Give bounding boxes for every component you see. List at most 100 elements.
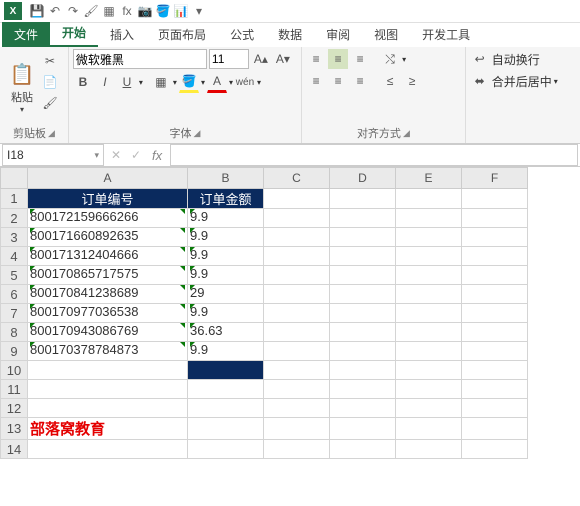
cell-B5[interactable]: 9.9 xyxy=(188,266,264,285)
cell-A10[interactable] xyxy=(28,361,188,380)
tab-formula[interactable]: 公式 xyxy=(218,22,266,47)
cell-D8[interactable] xyxy=(330,323,396,342)
cell-F3[interactable] xyxy=(462,228,528,247)
tab-dev[interactable]: 开发工具 xyxy=(410,22,482,47)
cell-B6[interactable]: 29 xyxy=(188,285,264,304)
cell-F5[interactable] xyxy=(462,266,528,285)
align-center-icon[interactable]: ≡ xyxy=(328,71,348,91)
row-header-7[interactable]: 7 xyxy=(1,304,28,323)
row-header-2[interactable]: 2 xyxy=(1,209,28,228)
chevron-down-icon[interactable]: ▾ xyxy=(173,78,177,87)
cell-F12[interactable] xyxy=(462,399,528,418)
table-icon[interactable]: 📊 xyxy=(172,2,190,20)
decrease-indent-icon[interactable]: ≤ xyxy=(380,71,400,91)
cell-C6[interactable] xyxy=(264,285,330,304)
row-header-13[interactable]: 13 xyxy=(1,418,28,440)
cell-C3[interactable] xyxy=(264,228,330,247)
cell-D2[interactable] xyxy=(330,209,396,228)
cell-A11[interactable] xyxy=(28,380,188,399)
cell-A1[interactable]: 订单编号 xyxy=(28,189,188,209)
cell-B1[interactable]: 订单金额 xyxy=(188,189,264,209)
cell-E4[interactable] xyxy=(396,247,462,266)
cell-E11[interactable] xyxy=(396,380,462,399)
cell-E8[interactable] xyxy=(396,323,462,342)
cell-D10[interactable] xyxy=(330,361,396,380)
row-header-12[interactable]: 12 xyxy=(1,399,28,418)
cell-B2[interactable]: 9.9 xyxy=(188,209,264,228)
cell-C7[interactable] xyxy=(264,304,330,323)
tab-review[interactable]: 审阅 xyxy=(314,22,362,47)
cell-E13[interactable] xyxy=(396,418,462,440)
cell-B11[interactable] xyxy=(188,380,264,399)
cell-C4[interactable] xyxy=(264,247,330,266)
cell-D9[interactable] xyxy=(330,342,396,361)
cell-E14[interactable] xyxy=(396,440,462,459)
cell-A5[interactable]: 800170865717575 xyxy=(28,266,188,285)
font-name-input[interactable] xyxy=(73,49,207,69)
cell-D6[interactable] xyxy=(330,285,396,304)
redo-icon[interactable]: ↷ xyxy=(64,2,82,20)
phonetic-button[interactable]: wén xyxy=(235,72,255,92)
col-header-E[interactable]: E xyxy=(396,168,462,189)
cell-A14[interactable] xyxy=(28,440,188,459)
bold-button[interactable]: B xyxy=(73,72,93,92)
cell-F2[interactable] xyxy=(462,209,528,228)
dialog-launcher-icon[interactable]: ◢ xyxy=(48,128,55,139)
cancel-icon[interactable]: ✕ xyxy=(106,145,126,165)
row-header-11[interactable]: 11 xyxy=(1,380,28,399)
merge-center-button[interactable]: ⬌ 合并后居中 ▾ xyxy=(470,71,576,91)
cell-B13[interactable] xyxy=(188,418,264,440)
tab-data[interactable]: 数据 xyxy=(266,22,314,47)
cell-C2[interactable] xyxy=(264,209,330,228)
cell-D14[interactable] xyxy=(330,440,396,459)
fill-color-button[interactable]: 🪣 xyxy=(179,71,199,93)
font-color-button[interactable]: A xyxy=(207,71,227,93)
worksheet[interactable]: ABCDEF1订单编号订单金额28001721596662669.9380017… xyxy=(0,167,580,459)
tab-file[interactable]: 文件 xyxy=(2,22,50,47)
cell-F4[interactable] xyxy=(462,247,528,266)
cell-F14[interactable] xyxy=(462,440,528,459)
cell-A4[interactable]: 800171312404666 xyxy=(28,247,188,266)
fx-icon[interactable]: fx xyxy=(118,2,136,20)
select-all[interactable] xyxy=(1,168,28,189)
cell-C8[interactable] xyxy=(264,323,330,342)
cell-A9[interactable]: 800170378784873 xyxy=(28,342,188,361)
cell-B14[interactable] xyxy=(188,440,264,459)
cell-F8[interactable] xyxy=(462,323,528,342)
dialog-launcher-icon[interactable]: ◢ xyxy=(403,128,410,139)
cell-C10[interactable] xyxy=(264,361,330,380)
col-header-A[interactable]: A xyxy=(28,168,188,189)
cell-C9[interactable] xyxy=(264,342,330,361)
cell-E5[interactable] xyxy=(396,266,462,285)
cell-F11[interactable] xyxy=(462,380,528,399)
cell-B12[interactable] xyxy=(188,399,264,418)
chevron-down-icon[interactable]: ▾ xyxy=(229,78,233,87)
cell-D4[interactable] xyxy=(330,247,396,266)
fill-icon[interactable]: 🪣 xyxy=(154,2,172,20)
cell-A12[interactable] xyxy=(28,399,188,418)
formula-bar[interactable] xyxy=(170,144,578,166)
row-header-5[interactable]: 5 xyxy=(1,266,28,285)
cell-E10[interactable] xyxy=(396,361,462,380)
cell-E6[interactable] xyxy=(396,285,462,304)
copy-icon[interactable]: 📄 xyxy=(40,72,60,92)
cell-A13[interactable]: 部落窝教育 xyxy=(28,418,188,440)
col-header-C[interactable]: C xyxy=(264,168,330,189)
tab-layout[interactable]: 页面布局 xyxy=(146,22,218,47)
camera-icon[interactable]: 📷 xyxy=(136,2,154,20)
borders-button[interactable]: ▦ xyxy=(151,72,171,92)
cell-B3[interactable]: 9.9 xyxy=(188,228,264,247)
increase-font-icon[interactable]: A▴ xyxy=(251,49,271,69)
row-header-4[interactable]: 4 xyxy=(1,247,28,266)
cell-F1[interactable] xyxy=(462,189,528,209)
cell-A6[interactable]: 800170841238689 xyxy=(28,285,188,304)
paste-button[interactable]: 📋 粘贴 ▾ xyxy=(4,49,40,125)
wrap-text-button[interactable]: ↩ 自动换行 xyxy=(470,49,576,69)
tab-view[interactable]: 视图 xyxy=(362,22,410,47)
cell-E3[interactable] xyxy=(396,228,462,247)
row-header-3[interactable]: 3 xyxy=(1,228,28,247)
undo-icon[interactable]: ↶ xyxy=(46,2,64,20)
cell-F7[interactable] xyxy=(462,304,528,323)
cell-F13[interactable] xyxy=(462,418,528,440)
cell-E1[interactable] xyxy=(396,189,462,209)
